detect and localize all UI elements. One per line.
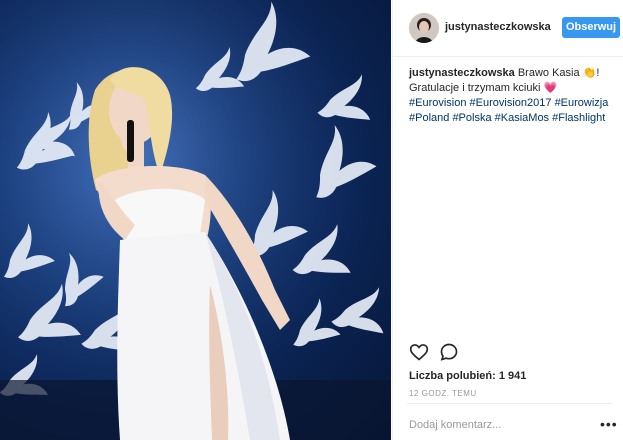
hashtag[interactable]: #KasiaMos: [495, 112, 549, 124]
hashtag[interactable]: #Polska: [452, 112, 491, 124]
hashtag[interactable]: #Poland: [409, 112, 449, 124]
post-caption: justynasteczkowska Brawo Kasia 👏! Gratul…: [409, 66, 615, 126]
caption-exclamation: !: [596, 67, 600, 79]
hashtag[interactable]: #Flashlight: [552, 112, 605, 124]
hashtag[interactable]: #Eurovision: [409, 97, 466, 109]
heart-outline-icon[interactable]: [409, 342, 431, 364]
follow-button[interactable]: Obserwuj: [562, 17, 620, 38]
speech-bubble-icon[interactable]: [439, 342, 461, 364]
hashtag[interactable]: #Eurovision2017: [470, 97, 552, 109]
heart-emoji-icon: 💗: [543, 82, 558, 94]
instagram-post: justynasteczkowska Obserwuj justynastecz…: [0, 0, 623, 440]
stage-scene: [0, 0, 391, 440]
comment-input[interactable]: Dodaj komentarz...: [409, 419, 501, 431]
post-time: 12 GODZ. TEMU: [409, 389, 477, 398]
clap-emoji-icon: 👏: [582, 67, 597, 79]
more-options-icon[interactable]: •••: [600, 416, 618, 432]
post-header: justynasteczkowska Obserwuj: [393, 0, 623, 57]
caption-text-1: Brawo Kasia: [514, 67, 583, 79]
divider: [407, 403, 612, 404]
hashtag[interactable]: #Eurowizja: [555, 97, 609, 109]
caption-text-2: Gratulacje i trzymam kciuki: [409, 82, 544, 94]
avatar-image: [409, 13, 439, 43]
header-username[interactable]: justynasteczkowska: [445, 21, 551, 33]
caption-username[interactable]: justynasteczkowska: [409, 67, 515, 79]
post-side-panel: justynasteczkowska Obserwuj justynastecz…: [392, 0, 623, 440]
avatar[interactable]: [409, 13, 439, 43]
likes-count[interactable]: Liczba polubień: 1 941: [409, 370, 526, 382]
post-photo[interactable]: [0, 0, 391, 440]
